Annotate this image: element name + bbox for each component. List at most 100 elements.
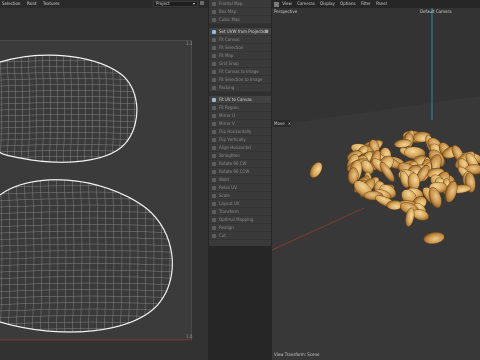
command-item[interactable]: Fit Selection to Image: [209, 76, 271, 84]
fit-icon: [212, 38, 216, 42]
command-item-label: Cubic Map: [219, 17, 240, 22]
canvas-icon: [212, 70, 216, 74]
menu-cameras[interactable]: Cameras: [297, 1, 315, 6]
snap-icon: [212, 62, 216, 66]
command-item[interactable]: Layout UV: [209, 200, 271, 208]
fit-map-icon: [212, 54, 216, 58]
command-item[interactable]: Cut: [209, 232, 271, 240]
command-item[interactable]: Align Horizontal: [209, 144, 271, 152]
view-name-label[interactable]: Perspective: [274, 9, 297, 14]
viewport-3d[interactable]: View Cameras Display Options Filter Pane…: [272, 0, 480, 360]
peanut: [386, 200, 403, 211]
weld-icon: [212, 178, 216, 182]
command-item[interactable]: Packing: [209, 84, 271, 92]
command-item[interactable]: Frontal Map: [209, 0, 271, 8]
region-icon: [212, 106, 216, 110]
command-item[interactable]: Mirror U: [209, 112, 271, 120]
menu-selection[interactable]: Selection: [2, 1, 20, 6]
command-item-label: Relax UV: [219, 185, 237, 190]
command-item-label: Flip Horizontally: [219, 129, 252, 134]
command-item-label: Fit Region: [219, 105, 239, 110]
frontal-icon: [212, 2, 216, 6]
uv-mesh: [0, 54, 192, 341]
move-tool-label: Move: [274, 121, 285, 126]
command-item[interactable]: Fit Canvas to Image: [209, 68, 271, 76]
command-item-label: Fit Canvas: [219, 37, 240, 42]
pack-icon: [212, 86, 216, 90]
command-item[interactable]: Flip Horizontally: [209, 128, 271, 136]
uv-canvas[interactable]: 1,1 1,0: [0, 8, 208, 360]
flip-v-icon: [212, 138, 216, 142]
box-icon: [212, 10, 216, 14]
command-item-label: Frontal Map: [219, 1, 243, 6]
command-item-label: Fit Selection: [219, 45, 244, 50]
straighten-icon: [212, 154, 216, 158]
command-item-label: Align Horizontal: [219, 145, 251, 150]
camera-label[interactable]: Default Camera: [420, 9, 452, 14]
command-item-label: Scale: [219, 193, 230, 198]
menu-panel[interactable]: Panel: [376, 1, 387, 6]
menu-paint[interactable]: Paint: [27, 1, 37, 6]
viewport-nav-icon[interactable]: [274, 1, 279, 7]
command-item[interactable]: Weld: [209, 176, 271, 184]
command-item-label: Box Map: [219, 9, 237, 14]
command-item-label: Transform: [219, 209, 239, 214]
flip-h-icon: [212, 130, 216, 134]
menu-display[interactable]: Display: [320, 1, 335, 6]
command-item[interactable]: Fit Map: [209, 52, 271, 60]
command-item[interactable]: Cubic Map: [209, 16, 271, 24]
rotate-cw-icon: [212, 162, 216, 166]
command-panel: Frontal Map Box Map Cubic Map Set UVW from …: [208, 0, 272, 360]
viewport-canvas[interactable]: [272, 8, 480, 360]
realign-icon: [212, 226, 216, 230]
command-item[interactable]: Optimal Mapping: [209, 216, 271, 224]
gear-icon[interactable]: ⚙: [265, 28, 269, 35]
command-item[interactable]: Relax UV: [209, 184, 271, 192]
command-item-label: Fit Map: [219, 53, 234, 58]
mirror-u-icon: [212, 114, 216, 118]
align-h-icon: [212, 146, 216, 150]
command-item[interactable]: Realign: [209, 224, 271, 232]
viewport-menubar: View Cameras Display Options Filter Pane…: [272, 0, 480, 8]
menu-options[interactable]: Options: [340, 1, 355, 6]
close-icon[interactable]: ×: [288, 121, 291, 126]
command-item[interactable]: Fit Canvas: [209, 36, 271, 44]
command-item-label: Set UVW from Projection: [219, 29, 269, 34]
mirror-v-icon: [212, 122, 216, 126]
command-item[interactable]: Flip Vertically: [209, 136, 271, 144]
menu-view[interactable]: View: [282, 1, 292, 6]
status-text: View Transform: Scene: [274, 352, 320, 357]
rotate-ccw-icon: [212, 170, 216, 174]
command-item[interactable]: Mirror V: [209, 120, 271, 128]
command-item-label: Fit Selection to Image: [219, 77, 263, 82]
menu-filter[interactable]: Filter: [361, 1, 371, 6]
command-item[interactable]: Transform: [209, 208, 271, 216]
command-item-label: Flip Vertically: [219, 137, 246, 142]
layer-select[interactable]: Project ▾: [153, 1, 198, 7]
command-item[interactable]: Rotate 90 CCW: [209, 168, 271, 176]
command-item[interactable]: Box Map: [209, 8, 271, 16]
command-item-label: Packing: [219, 85, 235, 90]
command-item[interactable]: Fit UV to Canvas: [209, 96, 271, 104]
menu-textures[interactable]: Textures: [43, 1, 60, 6]
layout-icon: [212, 202, 216, 206]
command-item-label: Rotate 90 CCW: [219, 169, 250, 174]
command-item[interactable]: Fit Region: [209, 104, 271, 112]
command-item[interactable]: Fit Selection: [209, 44, 271, 52]
move-tool-box[interactable]: Move ×: [273, 120, 291, 127]
uv-lock-icon[interactable]: [200, 1, 204, 5]
command-item[interactable]: Grid Snap: [209, 60, 271, 68]
uv-editor-panel[interactable]: Selection Paint Textures Project ▾ 1,1 1…: [0, 0, 208, 360]
fit-sel-icon: [212, 46, 216, 50]
cut-icon: [212, 234, 216, 238]
command-item-label: Fit Canvas to Image: [219, 69, 259, 74]
chevron-down-icon: ▾: [192, 1, 195, 6]
command-item[interactable]: Straighten: [209, 152, 271, 160]
scale-icon: [212, 194, 216, 198]
command-item[interactable]: Rotate 90 CW: [209, 160, 271, 168]
optimal-icon: [212, 218, 216, 222]
command-item[interactable]: Set UVW from Projection ⚙: [209, 28, 271, 36]
uv-shell-top: [0, 55, 137, 163]
command-item[interactable]: Scale: [209, 192, 271, 200]
command-item-label: Fit UV to Canvas: [219, 97, 252, 102]
